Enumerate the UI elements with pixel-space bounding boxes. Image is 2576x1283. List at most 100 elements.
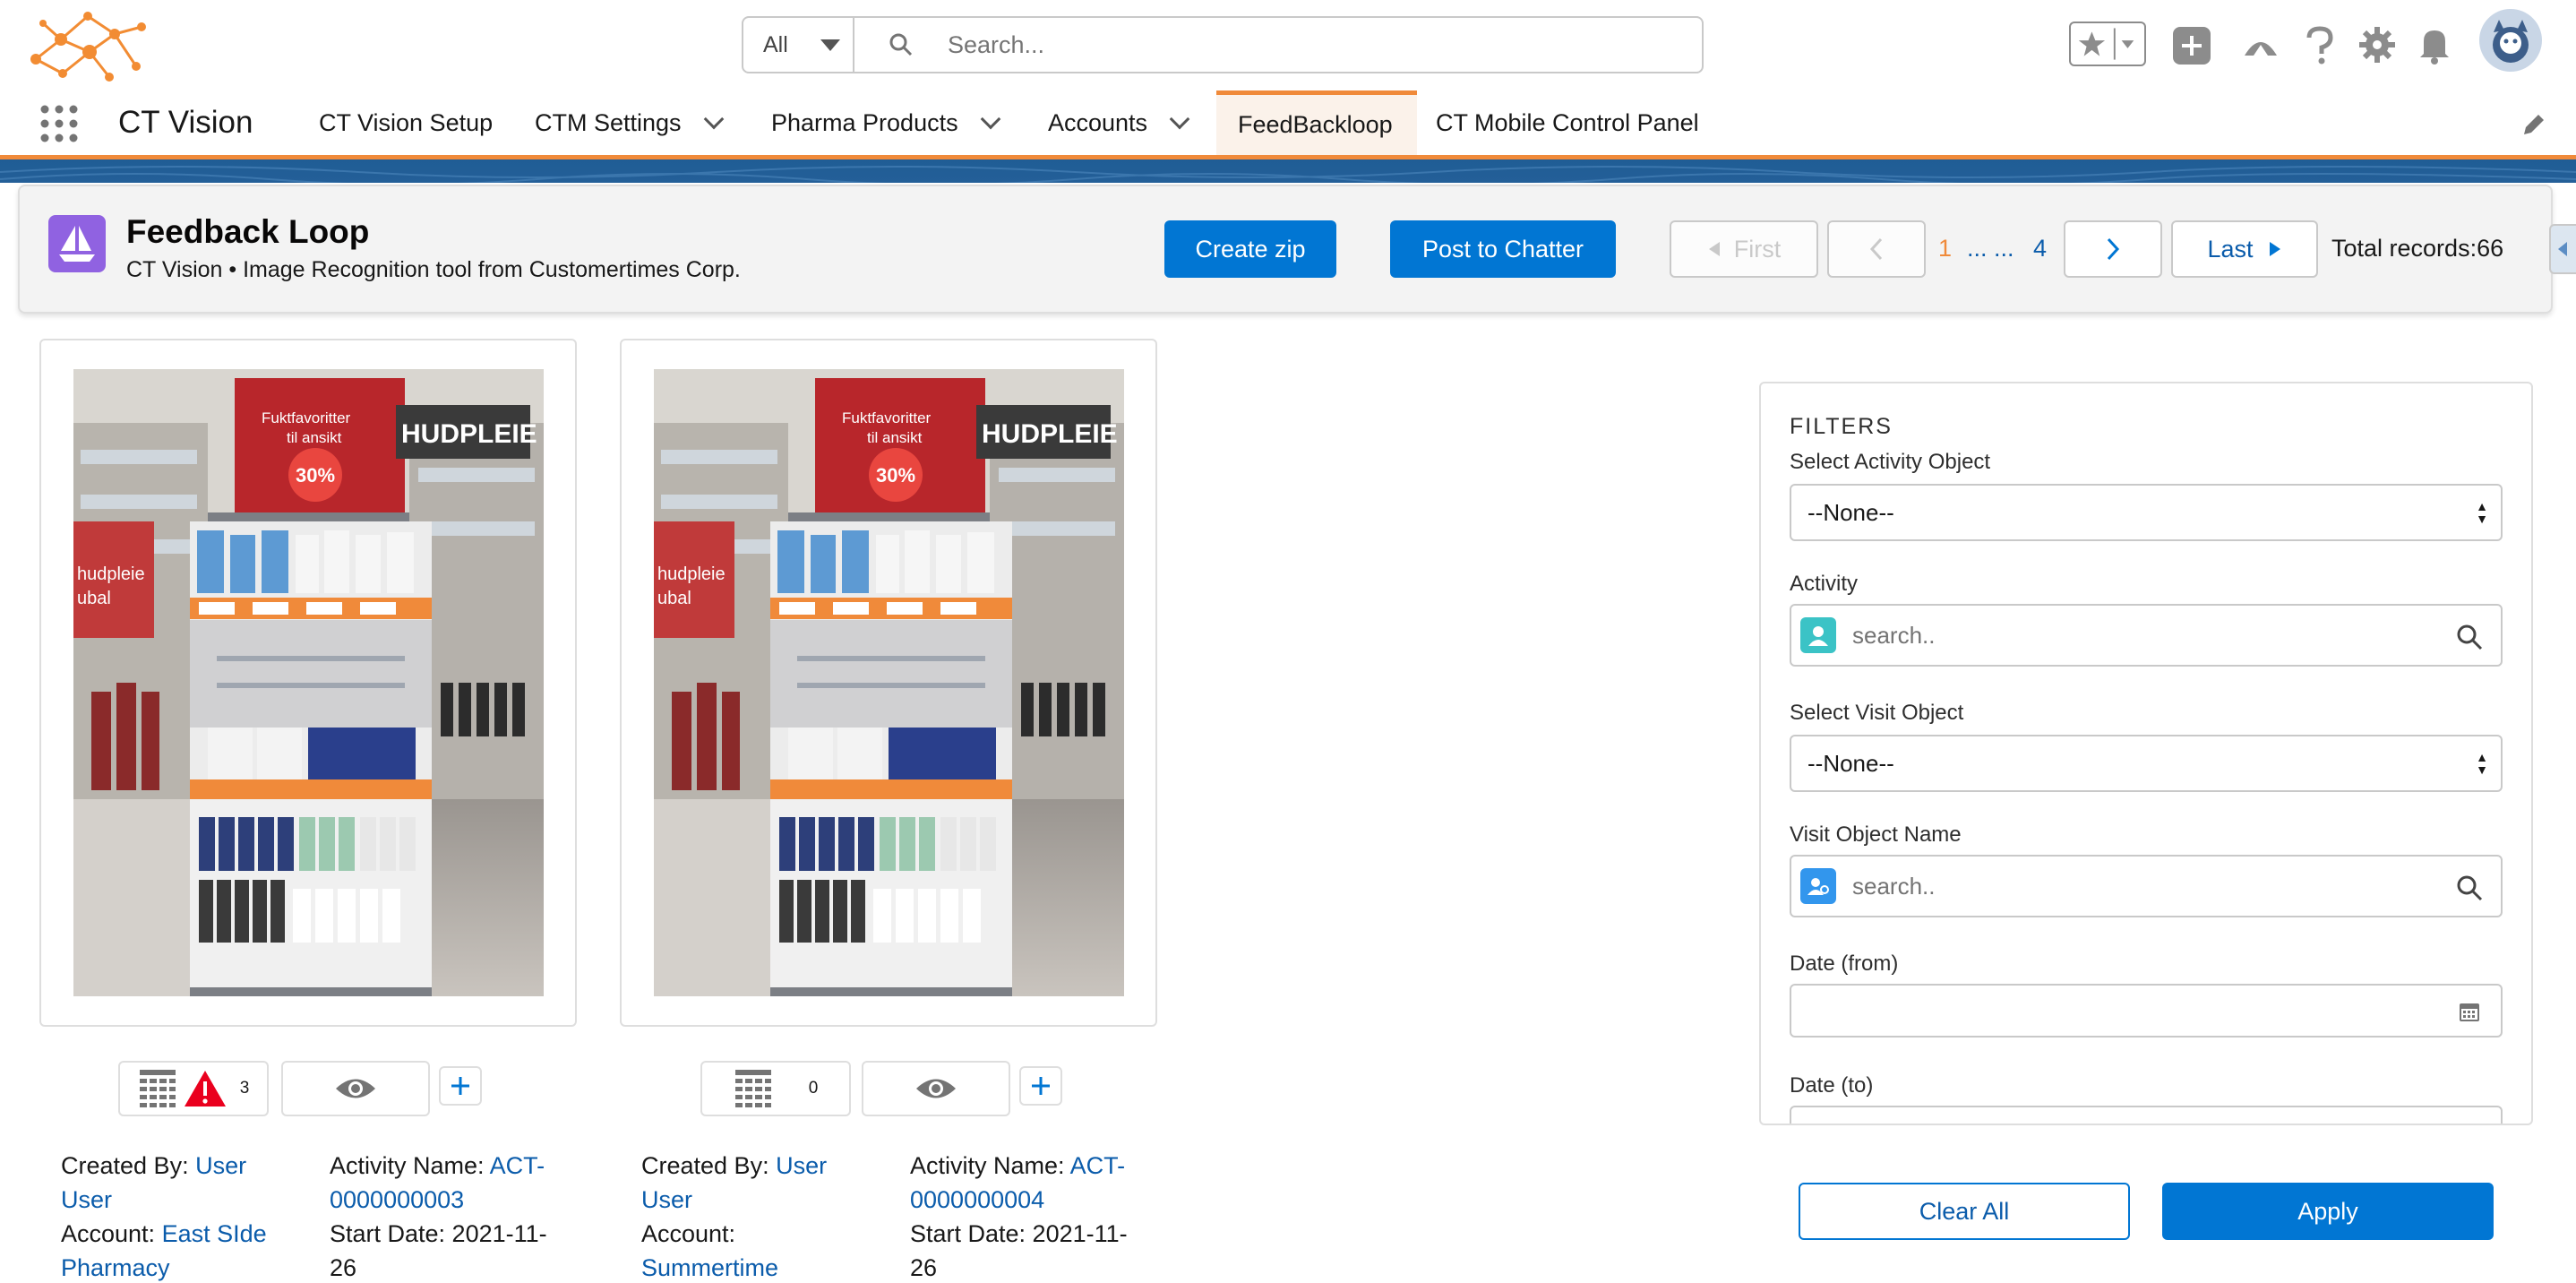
eye-icon	[336, 1079, 375, 1098]
created-by-link[interactable]: User	[776, 1152, 827, 1179]
chevron-down-icon[interactable]	[1169, 108, 1190, 130]
warning-count: 0	[808, 1079, 819, 1098]
select-visit-object[interactable]: --None-- ▲ ▼	[1790, 735, 2503, 792]
activity-label: Activity	[1790, 572, 1859, 596]
date-to-label: Date (to)	[1790, 1073, 1874, 1098]
edit-nav-icon[interactable]	[2520, 111, 2547, 138]
nav-item-label: FeedBackloop	[1238, 111, 1393, 138]
apply-button[interactable]: Apply	[2162, 1183, 2494, 1240]
page-title: Feedback Loop	[126, 213, 370, 250]
page-number-last[interactable]: 4	[2033, 235, 2047, 263]
previous-page-button[interactable]	[1827, 220, 1926, 278]
nav-item-ctm-settings[interactable]: CTM Settings	[535, 90, 724, 155]
visit-object-name-placeholder: search..	[1852, 872, 1936, 900]
user-lookup-icon	[1800, 868, 1836, 904]
photo-side-text-2: ubal	[77, 589, 111, 608]
search-icon[interactable]	[2456, 874, 2483, 901]
nav-item-ct-vision-setup[interactable]: CT Vision Setup	[319, 90, 493, 155]
calendar-icon[interactable]	[2458, 1000, 2481, 1023]
start-date-2: 26	[330, 1254, 357, 1281]
bell-icon[interactable]	[2417, 25, 2452, 65]
activity-name-link[interactable]: ACT-	[1070, 1152, 1126, 1179]
first-page-label: First	[1733, 235, 1782, 263]
help-icon[interactable]	[2304, 25, 2336, 66]
chevron-left-icon	[1869, 237, 1883, 261]
global-actions-button[interactable]	[2173, 27, 2211, 65]
photo-side-text-2: ubal	[657, 589, 691, 608]
collapse-panel-toggle[interactable]	[2549, 224, 2576, 274]
search-scope-label: All	[763, 31, 788, 57]
create-zip-button[interactable]: Create zip	[1164, 220, 1336, 278]
last-page-button[interactable]: Last	[2171, 220, 2318, 278]
start-date-2: 26	[910, 1254, 938, 1281]
created-by-link[interactable]: User	[195, 1152, 246, 1179]
date-from-input[interactable]	[1790, 984, 2503, 1038]
page-number-current[interactable]: 1	[1938, 235, 1952, 263]
global-search[interactable]: All	[742, 16, 1704, 73]
photo-banner-text-2: til ansikt	[867, 429, 923, 446]
total-records: Total records:66	[2331, 235, 2504, 262]
detection-summary[interactable]: 3	[118, 1061, 269, 1116]
search-icon	[889, 33, 913, 56]
triangle-left-icon	[2558, 242, 2567, 256]
visit-object-name-search-field[interactable]: search..	[1790, 855, 2503, 917]
date-to-input[interactable]	[1790, 1106, 2503, 1124]
search-input[interactable]	[948, 18, 1664, 72]
detection-summary[interactable]: 0	[700, 1061, 851, 1116]
add-button[interactable]	[439, 1066, 482, 1106]
activity-field: Activity Name: ACT- 0000000004 Start Dat…	[910, 1149, 1161, 1283]
select-visit-object-value: --None--	[1807, 749, 1894, 777]
view-image-button[interactable]	[862, 1061, 1010, 1116]
date-from-label: Date (from)	[1790, 951, 1899, 976]
nav-item-feedbackloop[interactable]: FeedBackloop	[1216, 90, 1417, 155]
shelf-photo[interactable]: hudpleie ubal Fuktfavoritter til ansikt …	[654, 369, 1124, 996]
photo-brand-text: HUDPLEIE	[401, 419, 537, 449]
page-subtitle: CT Vision • Image Recognition tool from …	[126, 257, 741, 282]
clear-all-button[interactable]: Clear All	[1799, 1183, 2130, 1240]
filters-panel: FILTERS Select Activity Object --None-- …	[1759, 382, 2533, 1125]
created-by-link-2[interactable]: User	[61, 1186, 112, 1213]
photo-brand-text: HUDPLEIE	[982, 419, 1118, 449]
start-date: Start Date: 2021-11-	[910, 1220, 1128, 1247]
post-to-chatter-button[interactable]: Post to Chatter	[1390, 220, 1616, 278]
app-name: CT Vision	[118, 105, 253, 140]
activity-name-link[interactable]: ACT-	[490, 1152, 545, 1179]
plus-icon	[451, 1077, 469, 1095]
account-link[interactable]: Summertime	[641, 1254, 778, 1281]
created-by-link-2[interactable]: User	[641, 1186, 692, 1213]
app-launcher-icon[interactable]	[39, 104, 79, 143]
shelf-photo[interactable]: hudpleie ubal Fuktfavoritter til ansikt …	[73, 369, 544, 996]
activity-name-link-2[interactable]: 0000000003	[330, 1186, 464, 1213]
activity-search-field[interactable]: search..	[1790, 604, 2503, 667]
nav-item-ct-mobile-control-panel[interactable]: CT Mobile Control Panel	[1436, 90, 1699, 155]
app-logo-icon[interactable]	[23, 7, 154, 82]
up-down-icon: ▲ ▼	[2476, 750, 2488, 777]
view-image-button[interactable]	[281, 1061, 430, 1116]
favorites-button[interactable]	[2069, 22, 2146, 66]
account-link[interactable]: East SIde	[162, 1220, 267, 1247]
image-card: hudpleie ubal Fuktfavoritter til ansikt …	[620, 339, 1157, 1027]
avatar[interactable]	[2479, 9, 2542, 72]
triangle-right-icon	[2269, 242, 2280, 256]
chevron-down-icon[interactable]	[703, 108, 724, 130]
add-button[interactable]	[1019, 1066, 1062, 1106]
search-scope-select[interactable]: All	[743, 18, 854, 72]
first-page-button[interactable]: First	[1670, 220, 1818, 278]
nav-item-accounts[interactable]: Accounts	[1048, 90, 1190, 155]
account-label: Account:	[61, 1220, 156, 1247]
nav-item-pharma-products[interactable]: Pharma Products	[771, 90, 1000, 155]
nav-item-label: CT Vision Setup	[319, 108, 494, 136]
select-activity-object[interactable]: --None-- ▲ ▼	[1790, 484, 2503, 541]
photo-banner-text: Fuktfavoritter	[842, 409, 932, 426]
trailhead-icon[interactable]	[2241, 25, 2280, 65]
activity-name-link-2[interactable]: 0000000004	[910, 1186, 1044, 1213]
next-page-button[interactable]	[2064, 220, 2162, 278]
account-link-2[interactable]: Pharmacy	[61, 1254, 170, 1281]
search-icon[interactable]	[2456, 624, 2483, 650]
photo-side-text: hudpleie	[77, 564, 145, 584]
nav-item-label: CTM Settings	[535, 108, 682, 136]
gear-icon[interactable]	[2357, 25, 2397, 65]
created-by-field: Created By: User User Account: Summertim…	[641, 1149, 901, 1283]
activity-name-label: Activity Name:	[910, 1152, 1065, 1179]
chevron-down-icon[interactable]	[980, 108, 1000, 130]
